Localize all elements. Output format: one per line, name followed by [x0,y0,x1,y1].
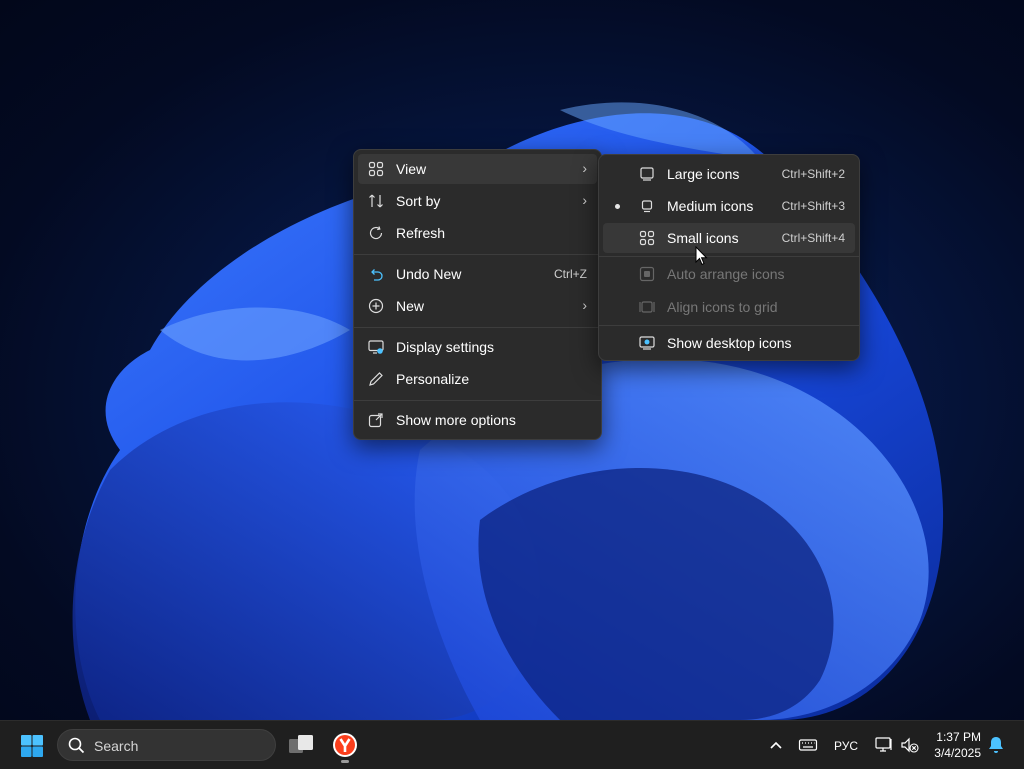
menu-item-label: Display settings [396,339,495,355]
search-icon [68,737,85,754]
keyboard-icon[interactable] [798,735,818,755]
yandex-browser-icon[interactable] [331,731,359,759]
menu-item-new[interactable]: New › [358,291,597,321]
menu-item-sort-by[interactable]: Sort by › [358,186,597,216]
chevron-right-icon: › [582,192,587,208]
menu-item-label: Sort by [396,193,441,209]
undo-icon [371,269,383,281]
menu-item-label: Personalize [396,371,470,387]
shortcut-label: Ctrl+Shift+2 [781,167,845,181]
sort-icon [369,194,383,208]
chevron-up-icon[interactable] [768,735,784,755]
submenu-item-label: Large icons [667,166,740,182]
chevron-right-icon: › [582,297,587,313]
taskbar-search-box[interactable]: Search [57,729,276,761]
plus-circle-icon [368,298,384,314]
menu-separator [354,254,601,255]
grid-icon [368,161,384,177]
auto-arrange-icon [639,266,655,282]
menu-item-label: New [396,298,425,314]
submenu-item-label: Align icons to grid [667,299,778,315]
clock-date: 3/4/2025 [934,746,981,760]
shortcut-label: Ctrl+Shift+3 [781,199,845,213]
menu-separator [354,400,601,401]
view-submenu: Large icons Ctrl+Shift+2 Medium icons Ct… [598,154,860,361]
open-external-icon [368,413,383,428]
menu-item-label: Undo New [396,266,462,282]
language-indicator[interactable]: РУС [834,739,858,759]
task-view-icon[interactable] [287,731,315,759]
refresh-icon [369,226,383,240]
submenu-item-small-icons[interactable]: Small icons Ctrl+Shift+4 [603,223,855,253]
submenu-item-show-desktop-icons[interactable]: Show desktop icons [603,328,855,358]
submenu-item-medium-icons[interactable]: Medium icons Ctrl+Shift+3 [603,191,855,221]
menu-item-label: Show more options [396,412,516,428]
shortcut-label: Ctrl+Z [554,267,587,281]
selected-bullet-icon [615,204,620,209]
taskbar: Search РУС 1:37 PM 3/4/2025 [0,720,1024,769]
menu-item-display-settings[interactable]: Display settings [358,332,597,362]
menu-item-undo-new[interactable]: Undo New Ctrl+Z [358,259,597,289]
shortcut-label: Ctrl+Shift+4 [781,231,845,245]
windows-start-icon[interactable] [20,734,44,758]
menu-separator [599,256,859,257]
submenu-item-label: Small icons [667,230,739,246]
submenu-item-large-icons[interactable]: Large icons Ctrl+Shift+2 [603,159,855,189]
search-label: Search [94,738,139,754]
menu-item-personalize[interactable]: Personalize [358,364,597,394]
submenu-item-align-grid: Align icons to grid [603,292,855,322]
chevron-right-icon: › [582,160,587,176]
small-icons-icon [639,230,655,246]
system-clock[interactable]: 1:37 PM 3/4/2025 [934,729,981,761]
menu-item-refresh[interactable]: Refresh [358,218,597,248]
menu-item-view[interactable]: View › [358,154,597,184]
desktop-icon [639,336,655,350]
desktop-context-menu: View › Sort by › Refresh Undo New Ctrl+Z… [353,149,602,440]
align-grid-icon [639,301,655,313]
menu-item-label: Refresh [396,225,446,241]
mouse-cursor-icon [695,246,708,266]
notification-bell-icon[interactable] [987,735,1005,755]
medium-icons-icon [641,200,653,213]
clock-time: 1:37 PM [936,730,981,744]
menu-separator [599,325,859,326]
network-icon[interactable] [874,735,894,755]
submenu-item-label: Auto arrange icons [667,266,785,282]
submenu-item-label: Show desktop icons [667,335,792,351]
volume-muted-icon[interactable] [900,735,920,755]
submenu-item-auto-arrange: Auto arrange icons [603,259,855,289]
menu-item-label: View [396,161,427,177]
display-settings-icon [368,340,384,354]
pencil-icon [369,372,383,386]
desktop-background[interactable]: View › Sort by › Refresh Undo New Ctrl+Z… [0,0,1024,720]
menu-item-show-more-options[interactable]: Show more options [358,405,597,435]
menu-separator [354,327,601,328]
running-app-indicator [341,760,349,763]
large-icons-icon [640,167,654,181]
submenu-item-label: Medium icons [667,198,754,214]
